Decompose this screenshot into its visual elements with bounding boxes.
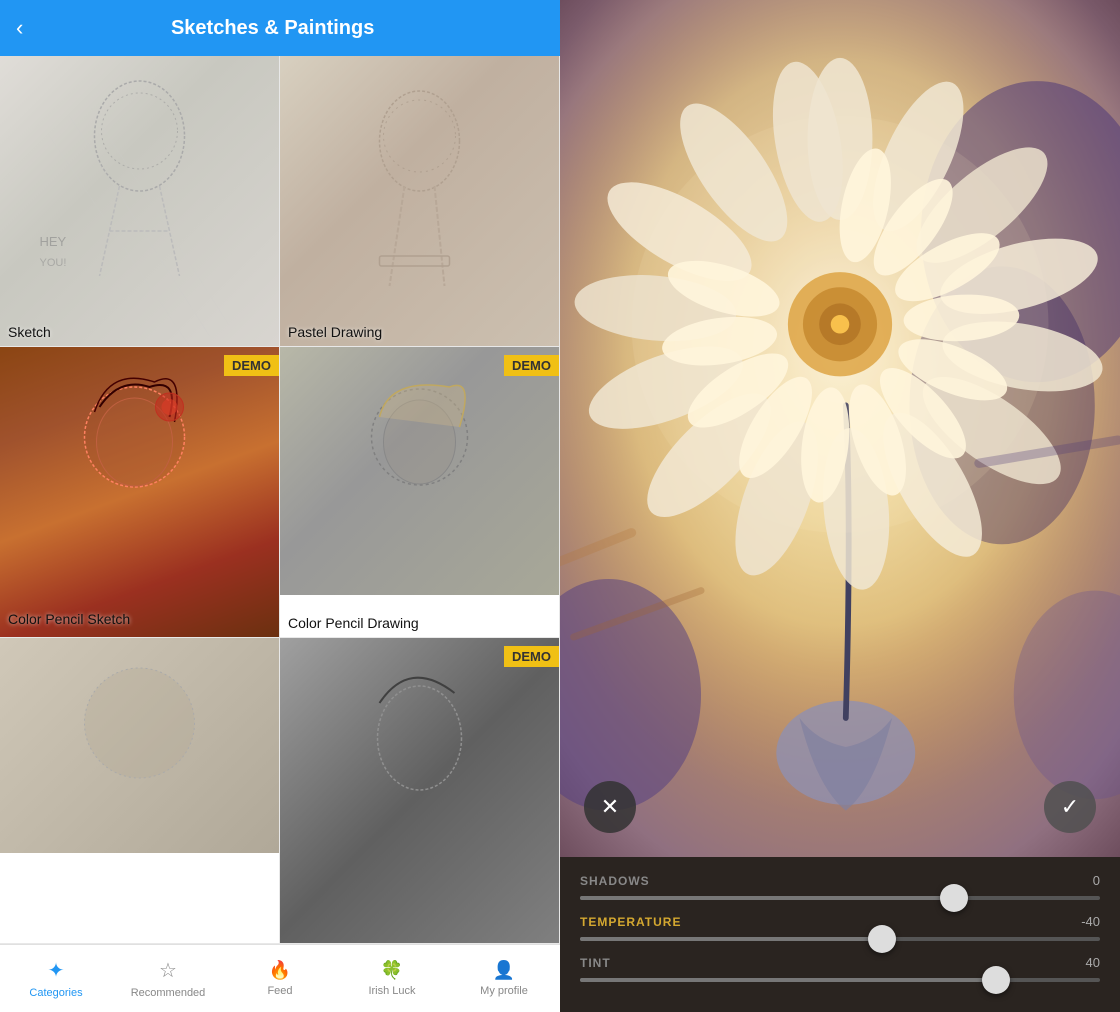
feed-icon: 🔥 (269, 960, 291, 981)
header-title: Sketches & Paintings (35, 17, 510, 40)
irish-luck-label: Irish Luck (368, 985, 415, 997)
shadows-label: SHADOWS (580, 874, 650, 888)
color-pencil-sketch-label: Color Pencil Sketch (8, 611, 130, 627)
header: ‹ Sketches & Paintings (0, 0, 560, 56)
pastel-drawing-item[interactable]: Pastel Drawing (280, 56, 560, 347)
pastel-label: Pastel Drawing (288, 324, 382, 340)
nav-item-irish-luck[interactable]: 🍀 Irish Luck (336, 952, 448, 1005)
temperature-track[interactable] (580, 937, 1100, 941)
controls-area: SHADOWS 0 TEMPERATURE -40 TINT 40 (560, 857, 1120, 1012)
nav-item-feed[interactable]: 🔥 Feed (224, 952, 336, 1005)
color-pencil-sketch-item[interactable]: DEMO Color Pencil Sketch (0, 347, 280, 638)
my-profile-icon: 👤 (493, 960, 515, 981)
temperature-label: TEMPERATURE (580, 915, 681, 929)
color-pencil-drawing-item[interactable]: DEMO Color Pencil Drawing (280, 347, 560, 638)
back-button[interactable]: ‹ (16, 15, 23, 41)
irish-luck-icon: 🍀 (381, 960, 403, 981)
cancel-button[interactable]: ✕ (584, 781, 636, 833)
tint-label: TINT (580, 956, 611, 970)
photo-area: ✕ ✓ (560, 0, 1120, 857)
sketch-item[interactable]: HEY YOU! Sketch (0, 56, 280, 347)
feed-label: Feed (267, 985, 292, 997)
bottom-navigation: ✦ Categories ☆ Recommended 🔥 Feed 🍀 Iris… (0, 944, 560, 1012)
shadows-track[interactable] (580, 896, 1100, 900)
bottom-right-demo-badge: DEMO (504, 646, 559, 667)
categories-label: Categories (29, 987, 82, 999)
effects-grid: HEY YOU! Sketch Pastel Drawing (0, 56, 560, 944)
nav-item-categories[interactable]: ✦ Categories (0, 950, 112, 1007)
tint-track[interactable] (580, 978, 1100, 982)
recommended-icon: ☆ (159, 958, 177, 983)
nav-item-my-profile[interactable]: 👤 My profile (448, 952, 560, 1005)
svg-text:HEY: HEY (40, 234, 67, 249)
color-pencil-sketch-demo-badge: DEMO (224, 355, 279, 376)
tint-thumb[interactable] (982, 966, 1010, 994)
tint-value: 40 (1086, 955, 1100, 970)
tint-fill (580, 978, 996, 982)
temperature-value: -40 (1081, 914, 1100, 929)
shadows-thumb[interactable] (940, 884, 968, 912)
temperature-control: TEMPERATURE -40 (580, 914, 1100, 941)
categories-icon: ✦ (48, 958, 65, 983)
temperature-thumb[interactable] (868, 925, 896, 953)
sketch-label: Sketch (8, 324, 51, 340)
tint-control: TINT 40 (580, 955, 1100, 982)
confirm-icon: ✓ (1061, 794, 1079, 820)
shadows-control: SHADOWS 0 (580, 873, 1100, 900)
confirm-button[interactable]: ✓ (1044, 781, 1096, 833)
bottom-right-item[interactable]: DEMO (280, 638, 560, 944)
left-panel: ‹ Sketches & Paintings HEY YO (0, 0, 560, 1012)
cancel-icon: ✕ (601, 794, 619, 820)
my-profile-label: My profile (480, 985, 528, 997)
nav-item-recommended[interactable]: ☆ Recommended (112, 950, 224, 1007)
svg-text:YOU!: YOU! (40, 257, 67, 269)
recommended-label: Recommended (131, 987, 206, 999)
bottom-left-item[interactable] (0, 638, 280, 944)
color-pencil-drawing-demo-badge: DEMO (504, 355, 559, 376)
shadows-fill (580, 896, 954, 900)
shadows-value: 0 (1093, 873, 1100, 888)
color-pencil-drawing-label: Color Pencil Drawing (288, 615, 419, 631)
temperature-fill (580, 937, 882, 941)
right-panel: ✕ ✓ SHADOWS 0 TEMPERATURE -40 (560, 0, 1120, 1012)
